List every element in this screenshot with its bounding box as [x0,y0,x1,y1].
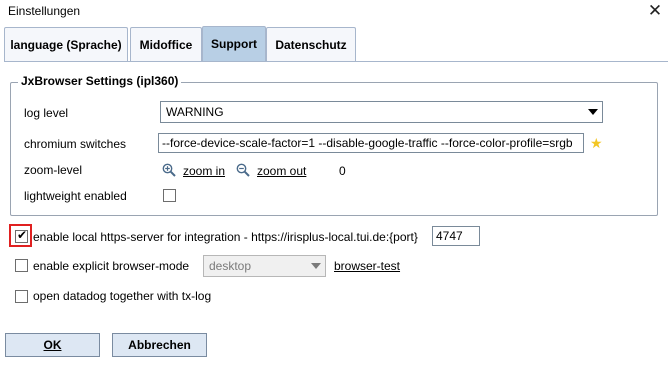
close-icon[interactable]: ✕ [646,2,664,20]
port-value: 4747 [436,229,463,243]
browser-test-link[interactable]: browser-test [334,259,400,273]
log-level-select[interactable]: WARNING [160,101,603,123]
tab-support[interactable]: Support [202,26,266,62]
log-level-value: WARNING [166,105,224,119]
tab-language[interactable]: language (Sprache) [4,27,128,62]
zoom-in-icon[interactable] [162,163,176,177]
datadog-label: open datadog together with tx-log [33,289,212,303]
chevron-down-icon [588,109,598,115]
zoom-level-value: 0 [339,164,346,178]
chevron-down-icon [311,263,321,269]
browser-mode-select[interactable]: desktop [203,255,326,277]
ok-button-label: OK [43,338,62,352]
browser-mode-checkbox[interactable] [15,259,28,272]
star-icon[interactable]: ★ [590,136,603,150]
lightweight-checkbox[interactable] [163,189,176,202]
browser-mode-label: enable explicit browser-mode [33,259,190,273]
browser-mode-value: desktop [209,259,252,273]
chromium-switches-value: --force-device-scale-factor=1 --disable-… [162,136,573,150]
chromium-switches-label: chromium switches [24,137,127,151]
log-level-label: log level [24,106,69,120]
zoom-in-link[interactable]: zoom in [183,164,225,178]
zoom-out-link[interactable]: zoom out [257,164,306,178]
tab-datenschutz[interactable]: Datenschutz [266,27,356,62]
window-title: Einstellungen [8,4,81,18]
title-bar: Einstellungen ✕ [0,0,672,24]
group-legend: JxBrowser Settings (ipl360) [18,74,182,88]
ok-button[interactable]: OK [5,333,100,357]
port-input[interactable]: 4747 [432,226,480,246]
https-server-checkbox[interactable] [15,228,28,243]
zoom-level-label: zoom-level [24,163,83,177]
chromium-switches-input[interactable]: --force-device-scale-factor=1 --disable-… [158,133,584,153]
cancel-button-label: Abbrechen [128,338,191,352]
lightweight-label: lightweight enabled [24,189,127,203]
tab-midoffice[interactable]: Midoffice [130,27,202,62]
https-server-label: enable local https-server for integratio… [33,230,418,244]
cancel-button[interactable]: Abbrechen [112,333,207,357]
datadog-checkbox[interactable] [15,290,28,303]
zoom-out-icon[interactable] [236,163,250,177]
